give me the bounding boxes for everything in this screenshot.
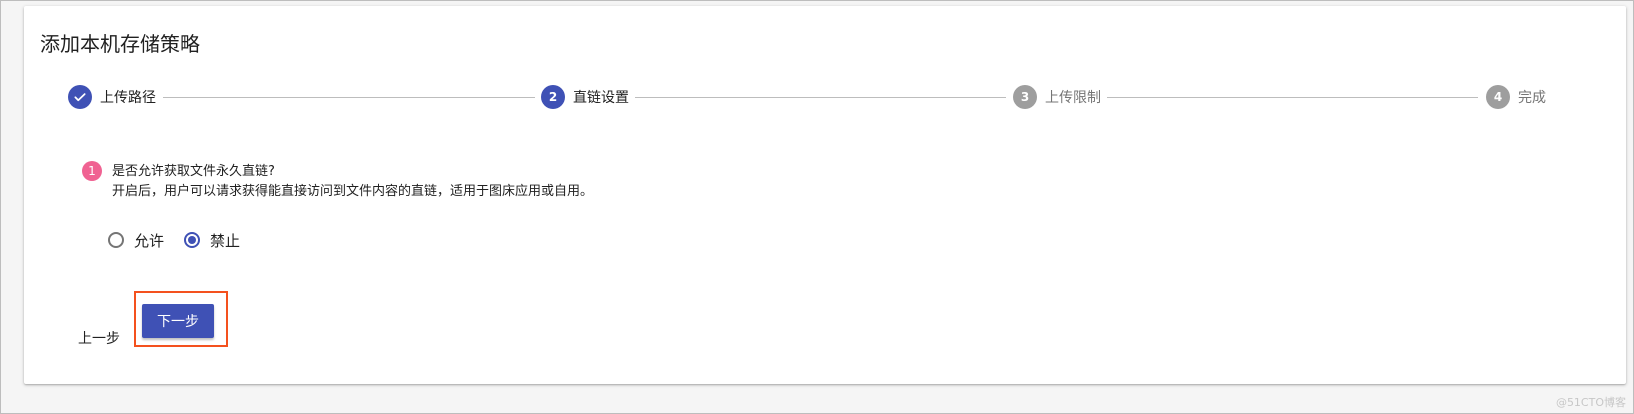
next-step-button[interactable]: 下一步 xyxy=(142,304,214,338)
step-label: 完成 xyxy=(1518,90,1546,106)
step-number: 3 xyxy=(1013,85,1037,109)
step-upload-limit[interactable]: 3 上传限制 xyxy=(1013,84,1101,110)
question-description: 开启后，用户可以请求获得能直接访问到文件内容的直链，适用于图床应用或自用。 xyxy=(112,184,594,199)
step-connector xyxy=(635,97,1006,98)
step-label: 直链设置 xyxy=(573,90,629,106)
step-number: 2 xyxy=(541,85,565,109)
radio-option-allow[interactable]: 允许 xyxy=(108,228,164,252)
step-finish[interactable]: 4 完成 xyxy=(1486,84,1546,110)
radio-option-deny[interactable]: 禁止 xyxy=(184,228,240,252)
radio-button[interactable] xyxy=(108,232,124,248)
question-number-badge: 1 xyxy=(82,161,102,181)
step-connector xyxy=(163,97,535,98)
page-title: 添加本机存储策略 xyxy=(40,32,200,56)
watermark: @51CTO博客 xyxy=(1555,396,1626,409)
radio-button[interactable] xyxy=(184,232,200,248)
step-label: 上传路径 xyxy=(100,90,156,106)
radio-label: 禁止 xyxy=(210,231,241,250)
step-connector xyxy=(1107,97,1478,98)
policy-form-card: 添加本机存储策略 上传路径 2 直链设置 3 上传限制 4 完成 1 是否允许获… xyxy=(24,6,1626,384)
step-number: 4 xyxy=(1486,85,1510,109)
step-label: 上传限制 xyxy=(1045,90,1101,106)
prev-step-button[interactable]: 上一步 xyxy=(78,328,120,348)
question-title: 是否允许获取文件永久直链? xyxy=(112,164,275,179)
radio-label: 允许 xyxy=(134,231,165,250)
check-icon xyxy=(68,85,92,109)
step-direct-link[interactable]: 2 直链设置 xyxy=(541,84,629,110)
step-upload-path[interactable]: 上传路径 xyxy=(68,84,156,110)
